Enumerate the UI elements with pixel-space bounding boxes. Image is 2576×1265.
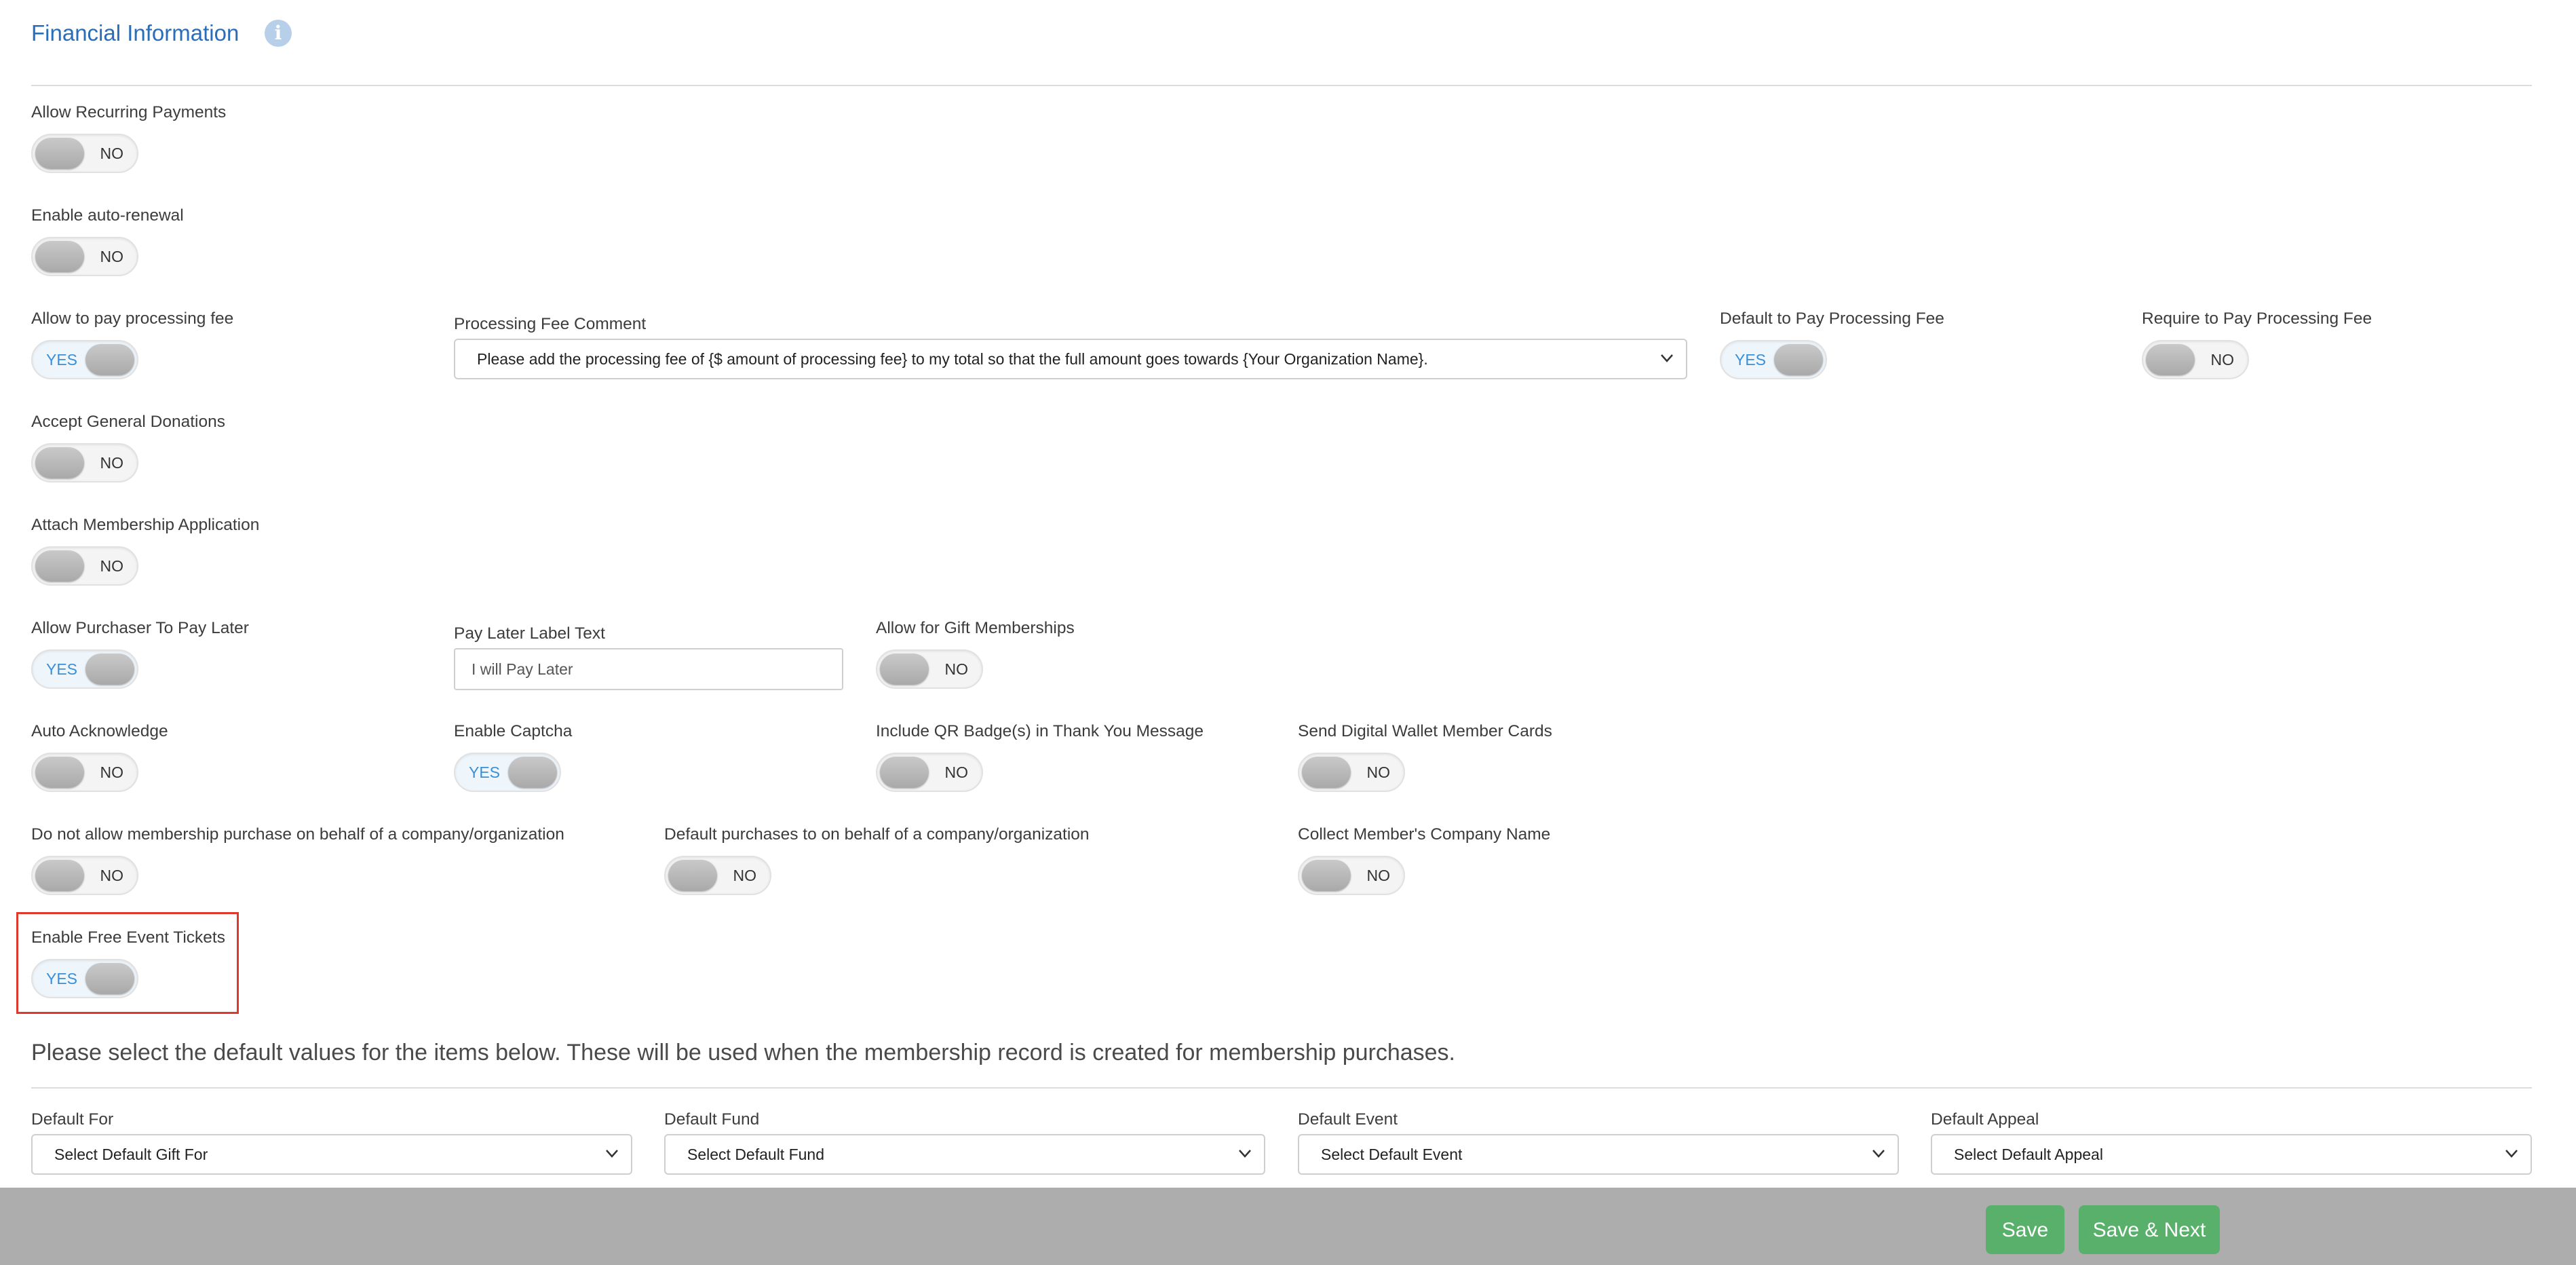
- chevron-down-icon: [604, 1135, 620, 1173]
- toggle-knob: [35, 860, 84, 891]
- processing-fee-comment-label: Processing Fee Comment: [454, 315, 647, 333]
- wallet-cards-toggle[interactable]: NO: [1298, 753, 1405, 792]
- chevron-down-icon: [2503, 1135, 2520, 1173]
- toggle-state: NO: [944, 763, 969, 781]
- select-value: Select Default Appeal: [1954, 1146, 2103, 1163]
- default-for-label: Default For: [31, 1110, 114, 1129]
- toggle-state: YES: [469, 763, 501, 781]
- toggle-knob: [880, 757, 929, 788]
- no-company-purchase-toggle[interactable]: NO: [31, 856, 138, 895]
- toggle-state: NO: [100, 248, 124, 265]
- toggle-state: NO: [2210, 351, 2235, 369]
- save-button[interactable]: Save: [1986, 1205, 2064, 1254]
- divider: [31, 85, 2532, 86]
- info-icon[interactable]: i: [265, 20, 292, 47]
- qr-badges-label: Include QR Badge(s) in Thank You Message: [876, 722, 1204, 740]
- toggle-state: NO: [100, 454, 124, 472]
- select-value: Select Default Event: [1321, 1146, 1463, 1163]
- defaults-note: Please select the default values for the…: [31, 1040, 1456, 1065]
- require-pay-fee-label: Require to Pay Processing Fee: [2142, 309, 2372, 328]
- toggle-knob: [35, 757, 84, 788]
- default-pay-fee-toggle[interactable]: YES: [1720, 340, 1827, 379]
- collect-company-label: Collect Member's Company Name: [1298, 825, 1551, 844]
- footer-bar: Save Save & Next: [0, 1188, 2576, 1265]
- collect-company-toggle[interactable]: NO: [1298, 856, 1405, 895]
- pay-later-text-input[interactable]: I will Pay Later: [454, 648, 843, 690]
- captcha-toggle[interactable]: YES: [454, 753, 561, 792]
- toggle-state: NO: [944, 660, 969, 678]
- toggle-state: YES: [46, 351, 78, 369]
- toggle-knob: [35, 241, 84, 272]
- default-company-purchase-toggle[interactable]: NO: [664, 856, 771, 895]
- default-appeal-label: Default Appeal: [1931, 1110, 2039, 1129]
- chevron-down-icon: [1237, 1135, 1253, 1173]
- divider: [31, 1087, 2532, 1089]
- default-for-select[interactable]: Select Default Gift For: [31, 1134, 632, 1175]
- free-event-tickets-label: Enable Free Event Tickets: [31, 928, 225, 947]
- attach-application-toggle[interactable]: NO: [31, 546, 138, 586]
- toggle-state: YES: [46, 970, 78, 987]
- default-event-label: Default Event: [1298, 1110, 1398, 1129]
- section-title: Financial Information: [31, 20, 239, 45]
- default-pay-fee-label: Default to Pay Processing Fee: [1720, 309, 1944, 328]
- default-event-select[interactable]: Select Default Event: [1298, 1134, 1899, 1175]
- toggle-state: NO: [100, 145, 124, 162]
- toggle-knob: [1774, 344, 1823, 375]
- chevron-down-icon: [1659, 340, 1675, 378]
- pay-later-text-label: Pay Later Label Text: [454, 624, 605, 643]
- no-company-purchase-label: Do not allow membership purchase on beha…: [31, 825, 564, 844]
- toggle-knob: [85, 344, 134, 375]
- toggle-knob: [85, 654, 134, 685]
- gift-memberships-label: Allow for Gift Memberships: [876, 619, 1075, 637]
- chevron-down-icon: [1870, 1135, 1887, 1173]
- toggle-knob: [2146, 344, 2195, 375]
- toggle-knob: [35, 138, 84, 169]
- auto-acknowledge-toggle[interactable]: NO: [31, 753, 138, 792]
- qr-badges-toggle[interactable]: NO: [876, 753, 983, 792]
- toggle-knob: [1302, 860, 1351, 891]
- allow-recurring-toggle[interactable]: NO: [31, 134, 138, 173]
- toggle-knob: [35, 550, 84, 582]
- toggle-state: NO: [100, 557, 124, 575]
- pay-later-label: Allow Purchaser To Pay Later: [31, 619, 249, 637]
- general-donations-toggle[interactable]: NO: [31, 443, 138, 483]
- toggle-state: YES: [1735, 351, 1767, 369]
- general-donations-label: Accept General Donations: [31, 413, 225, 431]
- pay-processing-fee-toggle[interactable]: YES: [31, 340, 138, 379]
- auto-renewal-label: Enable auto-renewal: [31, 206, 184, 225]
- allow-recurring-label: Allow Recurring Payments: [31, 103, 227, 121]
- default-fund-select[interactable]: Select Default Fund: [664, 1134, 1265, 1175]
- processing-fee-comment-select[interactable]: Please add the processing fee of {$ amou…: [454, 339, 1687, 379]
- select-value: Select Default Fund: [687, 1146, 825, 1163]
- save-and-next-button[interactable]: Save & Next: [2079, 1205, 2220, 1254]
- wallet-cards-label: Send Digital Wallet Member Cards: [1298, 722, 1552, 740]
- pay-processing-fee-label: Allow to pay processing fee: [31, 309, 234, 328]
- default-appeal-select[interactable]: Select Default Appeal: [1931, 1134, 2532, 1175]
- toggle-knob: [35, 447, 84, 478]
- toggle-state: YES: [46, 660, 78, 678]
- pay-later-toggle[interactable]: YES: [31, 649, 138, 689]
- gift-memberships-toggle[interactable]: NO: [876, 649, 983, 689]
- require-pay-fee-toggle[interactable]: NO: [2142, 340, 2249, 379]
- select-value: Please add the processing fee of {$ amou…: [477, 350, 1428, 368]
- auto-renewal-toggle[interactable]: NO: [31, 237, 138, 276]
- captcha-label: Enable Captcha: [454, 722, 573, 740]
- select-value: Select Default Gift For: [54, 1146, 208, 1163]
- auto-acknowledge-label: Auto Acknowledge: [31, 722, 168, 740]
- toggle-knob: [85, 963, 134, 994]
- toggle-state: NO: [1366, 763, 1391, 781]
- default-fund-label: Default Fund: [664, 1110, 760, 1129]
- toggle-knob: [508, 757, 557, 788]
- toggle-state: NO: [733, 867, 757, 884]
- toggle-knob: [880, 654, 929, 685]
- toggle-state: NO: [100, 763, 124, 781]
- toggle-knob: [1302, 757, 1351, 788]
- default-company-purchase-label: Default purchases to on behalf of a comp…: [664, 825, 1090, 844]
- toggle-knob: [668, 860, 717, 891]
- free-event-tickets-toggle[interactable]: YES: [31, 959, 138, 998]
- toggle-state: NO: [100, 867, 124, 884]
- toggle-state: NO: [1366, 867, 1391, 884]
- attach-application-label: Attach Membership Application: [31, 516, 260, 534]
